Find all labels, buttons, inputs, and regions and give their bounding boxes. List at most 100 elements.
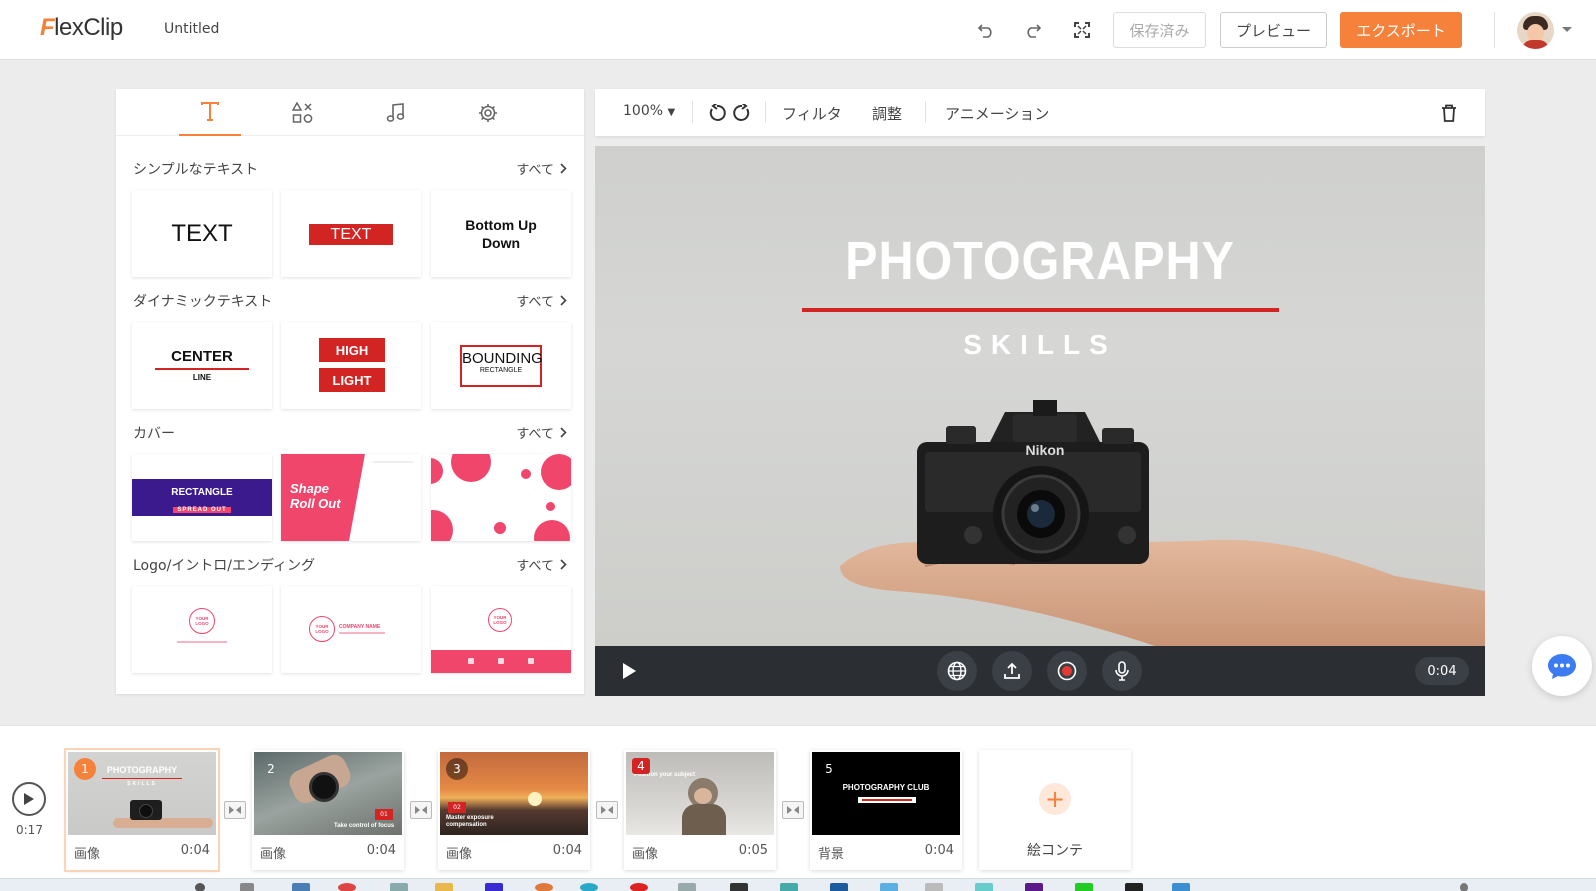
language-button[interactable] [937, 651, 977, 691]
tile-label: TEXT [171, 219, 233, 247]
template-text-red[interactable]: TEXT [281, 190, 421, 277]
taskbar-app-icon[interactable] [535, 883, 553, 891]
transition-button[interactable] [224, 801, 246, 819]
scene-card-2[interactable]: 01 Take control of focus 2 画像 0:04 [252, 750, 404, 870]
search-icon[interactable] [195, 883, 205, 891]
chevron-down-icon[interactable] [1562, 27, 1572, 32]
scene-type: 画像 [260, 847, 287, 862]
template-bubbles[interactable] [431, 454, 571, 541]
template-logo-2[interactable]: YOUR LOGO COMPANY NAME [281, 586, 421, 673]
element-library-panel: シンプルなテキスト すべて TEXT TEXT Bottom Up Down ダ… [116, 89, 584, 694]
scene-type: 画像 [446, 847, 473, 862]
filter-button[interactable]: フィルタ [782, 103, 842, 124]
transition-button[interactable] [410, 801, 432, 819]
scene-card-3[interactable]: 02 Master exposure compensation 3 画像 0:0… [438, 750, 590, 870]
scene-card-5[interactable]: PHOTOGRAPHY CLUB 5 背景 0:04 [810, 750, 962, 870]
rotate-left-icon[interactable] [705, 101, 729, 125]
add-storyboard-button[interactable]: + 絵コンテ [979, 750, 1131, 870]
taskbar-app-icon[interactable] [1172, 883, 1190, 891]
template-logo-3[interactable]: YOUR LOGO [431, 586, 571, 673]
taskbar-app-icon[interactable] [1125, 883, 1143, 891]
see-all-link[interactable]: すべて [516, 159, 567, 178]
taskbar-app-icon[interactable] [292, 883, 310, 891]
taskbar-app-icon[interactable] [880, 883, 898, 891]
decor-dot [494, 522, 506, 534]
taskbar-app-icon[interactable] [390, 883, 408, 891]
template-logo-1[interactable]: YOUR LOGO [132, 586, 272, 673]
taskbar-app-icon[interactable] [580, 883, 598, 891]
tile-sublabel: RECTANGLE [479, 367, 523, 374]
logo-letter: F [40, 14, 55, 41]
taskbar-app-icon[interactable] [780, 883, 798, 891]
voiceover-button[interactable] [1102, 651, 1142, 691]
taskbar-app-icon[interactable] [975, 883, 993, 891]
transition-button[interactable] [596, 801, 618, 819]
record-icon [1057, 661, 1077, 681]
taskbar-app-icon[interactable] [630, 883, 648, 891]
section-header-cover: カバー すべて [133, 423, 567, 443]
divider [1494, 12, 1495, 48]
scene-card-1[interactable]: PHOTOGRAPHY SKILLS 1 画像 0:04 [66, 750, 218, 870]
transition-icon [787, 806, 799, 814]
chat-support-button[interactable] [1532, 636, 1592, 696]
scene-number-badge: 3 [446, 758, 468, 780]
fullscreen-icon[interactable] [1070, 18, 1094, 42]
taskbar-app-icon[interactable] [1075, 883, 1093, 891]
folder-icon[interactable] [435, 883, 453, 891]
trash-icon[interactable] [1437, 101, 1461, 125]
zoom-select[interactable]: 100% ▼ [623, 103, 675, 119]
avatar[interactable] [1517, 12, 1554, 49]
scene-type: 画像 [74, 847, 101, 862]
template-highlight[interactable]: HIGH LIGHT [281, 322, 421, 409]
taskbar-app-icon[interactable] [485, 883, 503, 891]
see-all-link[interactable]: すべて [516, 555, 567, 574]
redo-icon[interactable] [1021, 18, 1045, 42]
thumb-caption: PHOTOGRAPHY CLUB [842, 783, 930, 792]
scene-card-4[interactable]: Position your subject 4 画像 0:05 [624, 750, 776, 870]
upload-button[interactable] [992, 651, 1032, 691]
template-center-line[interactable]: CENTER LINE [132, 322, 272, 409]
section-title: ダイナミックテキスト [133, 294, 273, 310]
see-all-link[interactable]: すべて [516, 423, 567, 442]
adjust-button[interactable]: 調整 [872, 103, 902, 124]
tab-elements[interactable] [272, 89, 334, 136]
template-bounding-rectangle[interactable]: BOUNDING RECTANGLE [431, 322, 571, 409]
taskbar-app-icon[interactable] [830, 883, 848, 891]
task-view-icon[interactable] [240, 883, 254, 891]
preview-button[interactable]: プレビュー [1220, 12, 1327, 48]
play-all-button[interactable] [12, 782, 46, 816]
section-title: Logo/イントロ/エンディング [133, 558, 316, 574]
template-bottom-up-down[interactable]: Bottom Up Down [431, 190, 571, 277]
taskbar-app-icon[interactable] [1025, 883, 1043, 891]
record-button[interactable] [1047, 651, 1087, 691]
play-icon [24, 793, 34, 805]
template-text-plain[interactable]: TEXT [132, 190, 272, 277]
scene-type: 画像 [632, 847, 659, 862]
chevron-right-icon [560, 427, 567, 438]
taskbar-app-icon[interactable] [730, 883, 748, 891]
undo-icon[interactable] [974, 18, 998, 42]
taskbar-app-icon[interactable] [925, 883, 943, 891]
decor-dot [546, 502, 555, 511]
export-button[interactable]: エクスポート [1340, 12, 1462, 48]
taskbar-app-icon[interactable] [338, 883, 356, 891]
template-shape-roll-out[interactable]: Shape Roll Out [281, 454, 421, 541]
scene-number-badge: 4 [632, 758, 650, 774]
see-all-link[interactable]: すべて [516, 291, 567, 310]
tab-text[interactable] [179, 89, 241, 136]
transition-button[interactable] [782, 801, 804, 819]
section-title: シンプルなテキスト [133, 162, 259, 178]
rotate-right-icon[interactable] [730, 101, 754, 125]
project-title[interactable]: Untitled [164, 21, 219, 37]
tab-music[interactable] [365, 89, 427, 136]
taskbar-app-icon[interactable] [678, 883, 696, 891]
scene-duration: 0:04 [180, 843, 210, 858]
play-icon[interactable] [617, 659, 641, 683]
animation-button[interactable]: アニメーション [945, 103, 1049, 124]
flexclip-logo[interactable]: FlexClip [40, 14, 123, 42]
decor-dot [451, 454, 491, 482]
video-canvas[interactable]: PHOTOGRAPHY SKILLS Nikon [595, 146, 1485, 646]
tray-icon[interactable] [1460, 883, 1468, 891]
tab-settings[interactable] [457, 89, 519, 136]
template-rectangle-spread-out[interactable]: RECTANGLE SPREAD OUT [132, 454, 272, 541]
